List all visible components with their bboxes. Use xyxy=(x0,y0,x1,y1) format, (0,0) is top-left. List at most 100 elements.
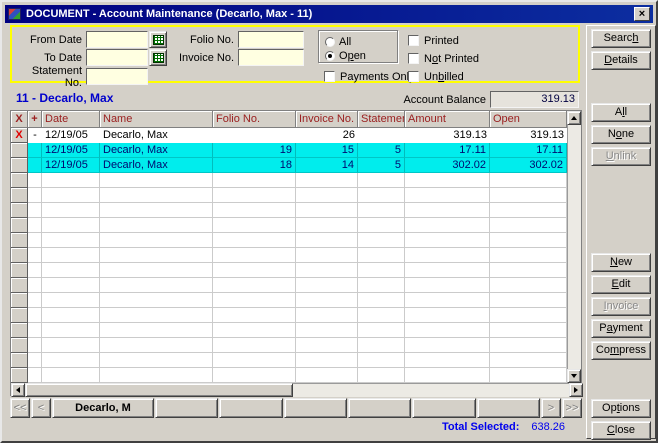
row-expand-cell[interactable] xyxy=(28,308,42,323)
row-select-cell[interactable] xyxy=(11,218,28,233)
row-expand-cell[interactable] xyxy=(28,233,42,248)
all-radio-button[interactable] xyxy=(325,37,335,47)
column-header-amount[interactable]: Amount xyxy=(405,111,490,128)
row-expand-cell[interactable] xyxy=(28,158,42,173)
close-button[interactable]: Close xyxy=(591,421,651,440)
new-button[interactable]: New xyxy=(591,253,651,272)
tab-empty[interactable] xyxy=(284,398,347,418)
payment-button[interactable]: Payment xyxy=(591,319,651,338)
previous-account-button[interactable]: < xyxy=(31,398,51,418)
cell-invoice xyxy=(296,293,358,308)
tab-empty[interactable] xyxy=(412,398,475,418)
row-expand-cell[interactable] xyxy=(28,203,42,218)
statement-no-input[interactable] xyxy=(86,68,148,85)
column-header-invoice[interactable]: Invoice No. xyxy=(296,111,358,128)
not-printed-checkbox[interactable] xyxy=(408,53,419,64)
options-button[interactable]: Options xyxy=(591,399,651,418)
row-select-cell[interactable] xyxy=(11,173,28,188)
row-expand-cell[interactable] xyxy=(28,143,42,158)
folio-no-input[interactable] xyxy=(238,31,304,48)
invoice-no-input[interactable] xyxy=(238,49,304,66)
unlink-button: Unlink xyxy=(591,147,651,166)
row-select-cell[interactable] xyxy=(11,308,28,323)
edit-button[interactable]: Edit xyxy=(591,275,651,294)
empty-row xyxy=(11,188,567,203)
row-select-cell[interactable] xyxy=(11,338,28,353)
tab-decarlo-m[interactable]: Decarlo, M xyxy=(52,398,154,418)
tab-empty[interactable] xyxy=(155,398,218,418)
tab-empty[interactable] xyxy=(348,398,411,418)
row-expand-cell[interactable] xyxy=(28,368,42,383)
all-button[interactable]: All xyxy=(591,103,651,122)
row-expand-cell[interactable] xyxy=(28,323,42,338)
row-expand-cell[interactable] xyxy=(28,353,42,368)
from-date-calendar-button[interactable] xyxy=(149,31,167,48)
column-header-statement[interactable]: Statement xyxy=(358,111,405,128)
all-radio[interactable]: All xyxy=(325,35,351,48)
row-expand-cell[interactable] xyxy=(28,188,42,203)
to-date-input[interactable] xyxy=(86,49,148,66)
open-radio-button[interactable] xyxy=(325,51,335,61)
unbilled-checkbox[interactable] xyxy=(408,71,419,82)
row-expand-cell[interactable] xyxy=(28,278,42,293)
scroll-up-icon[interactable] xyxy=(567,111,581,125)
printed-checkbox[interactable] xyxy=(408,35,419,46)
scroll-down-icon[interactable] xyxy=(567,369,581,383)
open-radio[interactable]: Open xyxy=(325,49,366,62)
payments-only-checkbox[interactable] xyxy=(324,71,335,82)
row-select-cell[interactable] xyxy=(11,203,28,218)
row-expand-cell[interactable]: - xyxy=(28,128,42,143)
horizontal-scrollbar[interactable] xyxy=(11,383,583,397)
row-select-cell[interactable] xyxy=(11,353,28,368)
column-header-open[interactable]: Open xyxy=(490,111,567,128)
table-row[interactable]: 12/19/05Decarlo, Max18145302.02302.02 xyxy=(11,158,567,173)
row-select-cell[interactable] xyxy=(11,368,28,383)
table-row[interactable]: 12/19/05Decarlo, Max1915517.1117.11 xyxy=(11,143,567,158)
column-header-date[interactable]: Date xyxy=(42,111,100,128)
tab-empty[interactable] xyxy=(477,398,540,418)
tab-empty[interactable] xyxy=(219,398,282,418)
row-expand-cell[interactable] xyxy=(28,338,42,353)
empty-row xyxy=(11,263,567,278)
row-select-cell[interactable] xyxy=(11,248,28,263)
cell-amount xyxy=(405,203,490,218)
row-expand-cell[interactable] xyxy=(28,293,42,308)
scroll-left-icon[interactable] xyxy=(11,383,25,397)
row-expand-cell[interactable] xyxy=(28,218,42,233)
cell-invoice xyxy=(296,308,358,323)
row-select-cell[interactable]: X xyxy=(11,128,28,143)
table-row[interactable]: X-12/19/05Decarlo, Max26319.13319.13 xyxy=(11,128,567,143)
none-button[interactable]: None xyxy=(591,125,651,144)
last-account-button[interactable]: >> xyxy=(562,398,582,418)
scroll-right-icon[interactable] xyxy=(569,383,583,397)
all-radio-label: All xyxy=(339,36,351,48)
vertical-scrollbar[interactable] xyxy=(567,111,581,383)
compress-button[interactable]: Compress xyxy=(591,341,651,360)
row-select-cell[interactable] xyxy=(11,158,28,173)
cell-name: Decarlo, Max xyxy=(100,128,213,143)
title-bar[interactable]: DOCUMENT - Account Maintenance (Decarlo,… xyxy=(5,5,653,23)
next-account-button[interactable]: > xyxy=(541,398,561,418)
row-expand-cell[interactable] xyxy=(28,173,42,188)
close-icon[interactable]: × xyxy=(634,7,650,21)
details-button[interactable]: Details xyxy=(591,51,651,70)
horizontal-scroll-thumb[interactable] xyxy=(25,383,293,397)
from-date-input[interactable] xyxy=(86,31,148,48)
row-select-cell[interactable] xyxy=(11,188,28,203)
row-expand-cell[interactable] xyxy=(28,263,42,278)
row-select-cell[interactable] xyxy=(11,143,28,158)
row-select-cell[interactable] xyxy=(11,263,28,278)
row-select-cell[interactable] xyxy=(11,323,28,338)
row-expand-cell[interactable] xyxy=(28,248,42,263)
column-header-x[interactable]: X xyxy=(11,111,28,128)
row-select-cell[interactable] xyxy=(11,278,28,293)
row-select-cell[interactable] xyxy=(11,233,28,248)
first-account-button[interactable]: << xyxy=(10,398,30,418)
cell-amount: 319.13 xyxy=(405,128,490,143)
column-header-name[interactable]: Name xyxy=(100,111,213,128)
column-header-expand[interactable]: + xyxy=(28,111,42,128)
search-button[interactable]: Search xyxy=(591,29,651,48)
column-header-folio[interactable]: Folio No. xyxy=(213,111,296,128)
row-select-cell[interactable] xyxy=(11,293,28,308)
to-date-calendar-button[interactable] xyxy=(149,49,167,66)
